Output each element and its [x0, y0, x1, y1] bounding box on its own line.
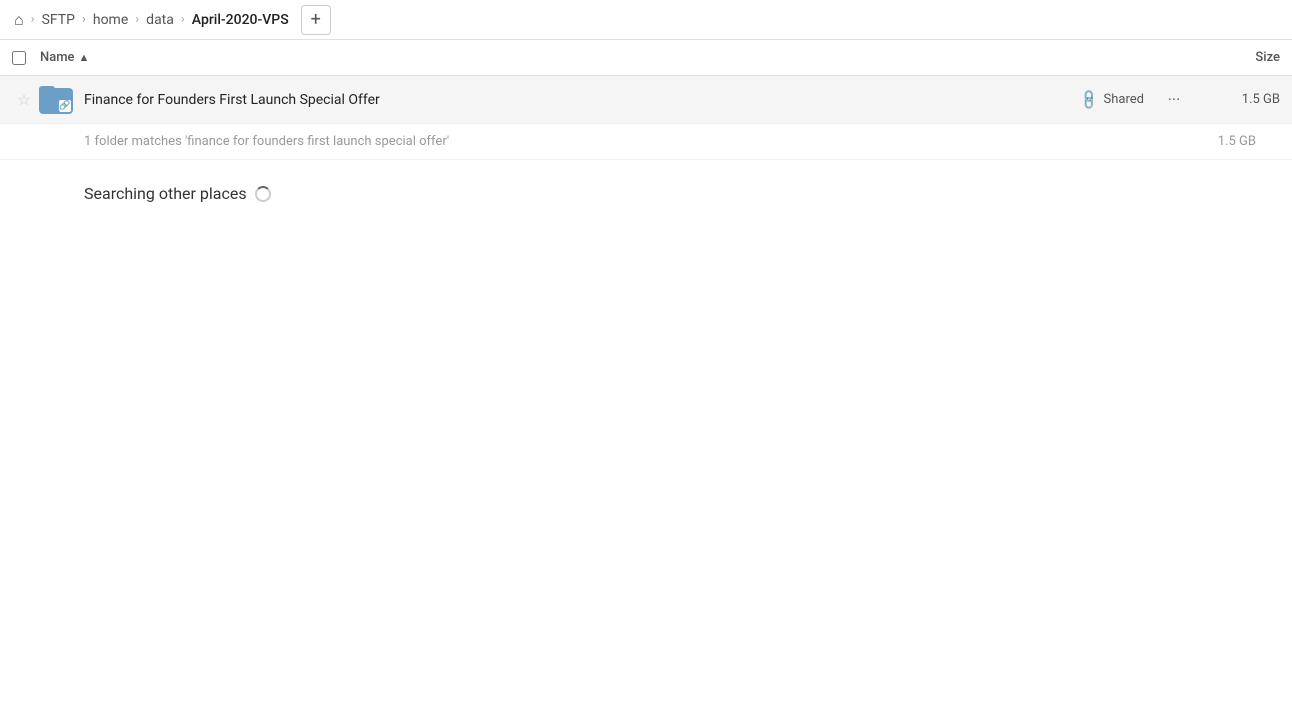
- column-header: Name ▲ Size: [0, 40, 1292, 76]
- breadcrumb-data[interactable]: data: [140, 8, 180, 32]
- add-tab-button[interactable]: +: [301, 5, 331, 35]
- star-button[interactable]: ☆: [12, 91, 36, 109]
- breadcrumb-sep-4: ›: [181, 12, 185, 27]
- loading-spinner: [255, 186, 271, 202]
- searching-other-places: Searching other places: [0, 160, 1292, 227]
- breadcrumb-sftp[interactable]: SFTP: [36, 8, 81, 32]
- breadcrumb-bar: ⌂ › SFTP › home › data › April-2020-VPS …: [0, 0, 1292, 40]
- breadcrumb-home2[interactable]: home: [87, 8, 134, 32]
- shared-badge[interactable]: 🔗 Shared: [1081, 92, 1144, 108]
- folder-icon: 🔗: [36, 86, 76, 114]
- link-icon: 🔗: [1078, 88, 1102, 112]
- sort-arrow-icon: ▲: [79, 51, 90, 64]
- more-options-button[interactable]: ···: [1160, 86, 1188, 114]
- breadcrumb-sep-3: ›: [135, 12, 139, 27]
- size-column-header: Size: [1200, 50, 1280, 65]
- file-row[interactable]: ☆ 🔗 Finance for Founders First Launch Sp…: [0, 76, 1292, 124]
- search-total-size: 1.5 GB: [1218, 134, 1256, 149]
- search-info-bar: 1 folder matches 'finance for founders f…: [0, 124, 1292, 160]
- folder-link-badge: 🔗: [59, 100, 71, 112]
- home-icon: ⌂: [14, 10, 24, 30]
- search-match-text: 1 folder matches 'finance for founders f…: [84, 134, 449, 149]
- file-size: 1.5 GB: [1200, 92, 1280, 107]
- breadcrumb-home[interactable]: ⌂: [8, 6, 30, 34]
- file-name: Finance for Founders First Launch Specia…: [76, 92, 1081, 108]
- name-column-header[interactable]: Name ▲: [40, 50, 1200, 65]
- searching-label: Searching other places: [84, 184, 247, 203]
- select-all-input[interactable]: [12, 51, 26, 65]
- breadcrumb-april[interactable]: April-2020-VPS: [186, 8, 295, 32]
- breadcrumb-sep-2: ›: [82, 12, 86, 27]
- breadcrumb-sep-1: ›: [31, 12, 35, 27]
- select-all-checkbox[interactable]: [12, 51, 40, 65]
